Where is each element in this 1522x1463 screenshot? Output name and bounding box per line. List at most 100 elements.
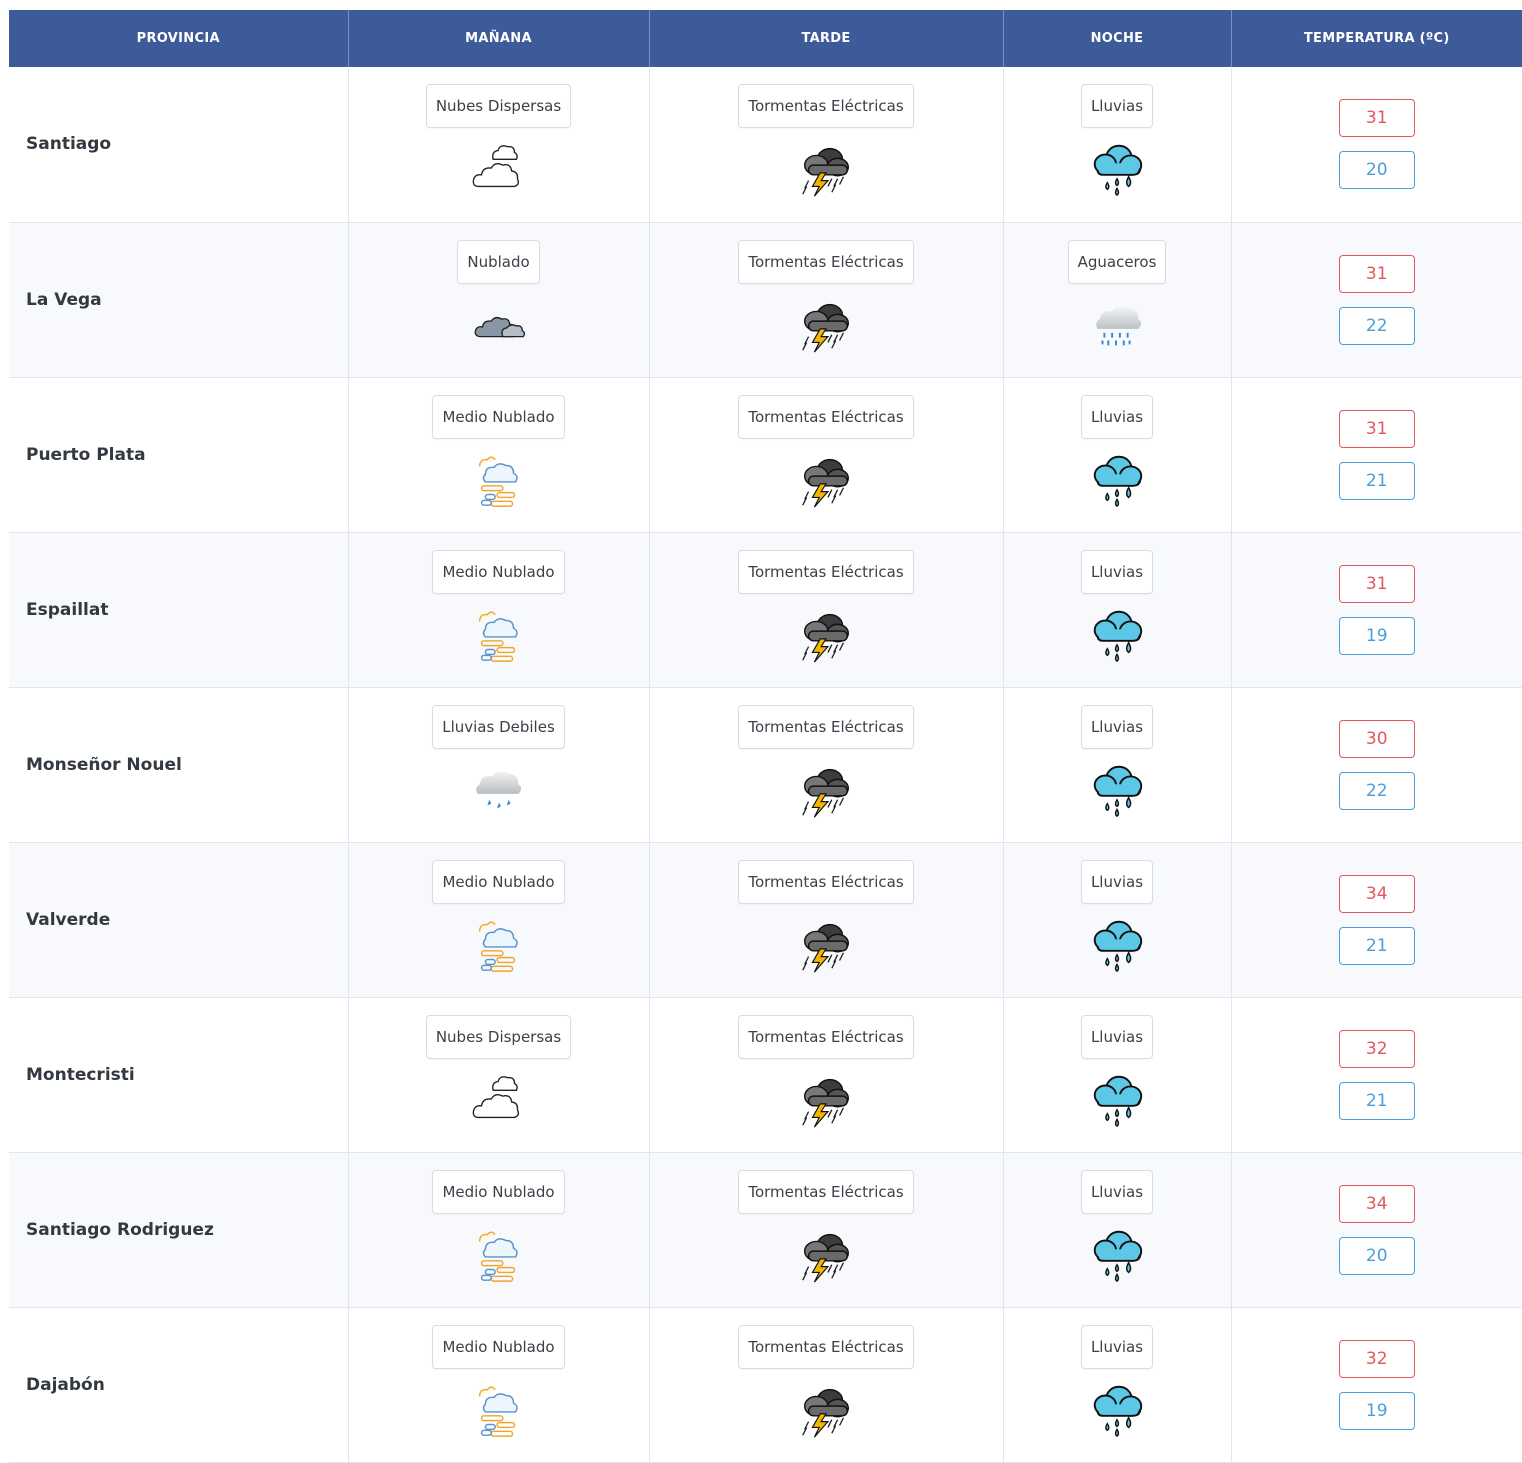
condition-label-noche: Lluvias bbox=[1080, 84, 1154, 128]
cell-noche: Lluvias bbox=[1003, 532, 1232, 688]
thunderstorm-icon bbox=[802, 1388, 850, 1438]
table-row: Valverde Medio Nublado Tormentas Eléctrica… bbox=[9, 842, 1522, 998]
light-rain-icon bbox=[475, 771, 521, 808]
condition-label-noche: Lluvias bbox=[1080, 1014, 1154, 1059]
condition-label-tarde: Tormentas Eléctricas bbox=[738, 704, 914, 749]
table-row: Espaillat Medio Nublado Tormentas Eléctric… bbox=[9, 532, 1522, 688]
cell-temperatura: 34 20 bbox=[1231, 1152, 1522, 1308]
forecast-table-container: PROVINCIA MAÑANA TARDE NOCHE TEMPERATURA… bbox=[9, 10, 1522, 1463]
partly-cloudy-icon bbox=[478, 1386, 518, 1437]
condition-label-noche: Lluvias bbox=[1080, 549, 1154, 594]
cell-noche: Aguaceros bbox=[1003, 222, 1232, 378]
table-row: Santiago Nubes Dispersas Tormentas Eléctri… bbox=[9, 67, 1522, 223]
condition-label-manana: Medio Nublado bbox=[432, 1324, 565, 1369]
header-noche: NOCHE bbox=[1003, 10, 1232, 67]
min-temp-badge: 21 bbox=[1338, 461, 1415, 500]
min-temp-badge: 20 bbox=[1338, 151, 1415, 189]
province-name: Monseñor Nouel bbox=[9, 687, 349, 843]
cell-tarde: Tormentas Eléctricas bbox=[649, 67, 1004, 223]
cell-temperatura: 31 21 bbox=[1231, 377, 1522, 533]
cell-tarde: Tormentas Eléctricas bbox=[649, 842, 1004, 998]
province-name: Santiago bbox=[9, 67, 349, 223]
province-name: Montecristi bbox=[9, 997, 349, 1153]
condition-label-noche: Lluvias bbox=[1080, 1169, 1154, 1214]
condition-label-noche: Lluvias bbox=[1080, 394, 1154, 439]
cell-manana: Nubes Dispersas bbox=[348, 67, 650, 223]
condition-label-manana: Medio Nublado bbox=[432, 549, 565, 594]
partly-cloudy-icon bbox=[478, 1231, 518, 1282]
province-name: Espaillat bbox=[9, 532, 349, 688]
cell-temperatura: 31 20 bbox=[1231, 67, 1522, 223]
cell-manana: Medio Nublado bbox=[348, 377, 650, 533]
cell-noche: Lluvias bbox=[1003, 997, 1232, 1153]
thunderstorm-icon bbox=[802, 1078, 850, 1128]
condition-label-manana: Lluvias Debiles bbox=[432, 704, 565, 749]
table-body: Santiago Nubes Dispersas Tormentas Eléctri… bbox=[9, 67, 1522, 1463]
rain-icon bbox=[1093, 455, 1143, 507]
cell-noche: Lluvias bbox=[1003, 67, 1232, 223]
table-row: Monseñor Nouel Lluvias Debiles Tormentas E… bbox=[9, 687, 1522, 843]
cell-manana: Lluvias Debiles bbox=[348, 687, 650, 843]
rain-icon bbox=[1093, 610, 1143, 662]
forecast-table: PROVINCIA MAÑANA TARDE NOCHE TEMPERATURA… bbox=[9, 10, 1522, 1463]
table-row: Santiago Rodriguez Medio Nublado Tormentas… bbox=[9, 1152, 1522, 1308]
rain-icon bbox=[1093, 1385, 1143, 1437]
partly-cloudy-icon bbox=[478, 611, 518, 662]
table-row: Dajabón Medio Nublado Tormentas Eléctricas… bbox=[9, 1307, 1522, 1463]
cell-manana: Medio Nublado bbox=[348, 532, 650, 688]
cell-noche: Lluvias bbox=[1003, 1307, 1232, 1463]
scattered-clouds-icon bbox=[472, 1075, 519, 1118]
header-provincia: PROVINCIA bbox=[9, 10, 349, 67]
condition-label-tarde: Tormentas Eléctricas bbox=[738, 1014, 914, 1059]
min-temp-badge: 21 bbox=[1338, 926, 1415, 965]
condition-label-tarde: Tormentas Eléctricas bbox=[738, 394, 914, 439]
max-temp-badge: 31 bbox=[1338, 99, 1415, 137]
cell-manana: Medio Nublado bbox=[348, 842, 650, 998]
table-row: Puerto Plata Medio Nublado Tormentas Eléct… bbox=[9, 377, 1522, 533]
header-manana: MAÑANA bbox=[348, 10, 650, 67]
condition-label-tarde: Tormentas Eléctricas bbox=[738, 1169, 914, 1214]
cell-temperatura: 32 21 bbox=[1231, 997, 1522, 1153]
cell-manana: Medio Nublado bbox=[348, 1307, 650, 1463]
cell-tarde: Tormentas Eléctricas bbox=[649, 377, 1004, 533]
condition-label-tarde: Tormentas Eléctricas bbox=[738, 239, 914, 284]
condition-label-noche: Lluvias bbox=[1080, 859, 1154, 904]
cell-tarde: Tormentas Eléctricas bbox=[649, 997, 1004, 1153]
rain-icon bbox=[1093, 920, 1143, 972]
cell-tarde: Tormentas Eléctricas bbox=[649, 687, 1004, 843]
thunderstorm-icon bbox=[802, 458, 850, 508]
max-temp-badge: 31 bbox=[1338, 409, 1415, 448]
max-temp-badge: 32 bbox=[1338, 1339, 1415, 1378]
min-temp-badge: 22 bbox=[1338, 306, 1415, 345]
province-name: Dajabón bbox=[9, 1307, 349, 1463]
rain-icon bbox=[1093, 144, 1143, 196]
cell-tarde: Tormentas Eléctricas bbox=[649, 1152, 1004, 1308]
max-temp-badge: 31 bbox=[1338, 254, 1415, 293]
condition-label-manana: Nubes Dispersas bbox=[425, 84, 572, 128]
thunderstorm-icon bbox=[802, 613, 850, 663]
cell-noche: Lluvias bbox=[1003, 377, 1232, 533]
rain-icon bbox=[1093, 765, 1143, 817]
condition-label-manana: Medio Nublado bbox=[432, 1169, 565, 1214]
cell-noche: Lluvias bbox=[1003, 1152, 1232, 1308]
cell-temperatura: 31 19 bbox=[1231, 532, 1522, 688]
cloudy-icon bbox=[474, 316, 525, 337]
province-name: Puerto Plata bbox=[9, 377, 349, 533]
condition-label-tarde: Tormentas Eléctricas bbox=[738, 84, 914, 128]
cell-temperatura: 34 21 bbox=[1231, 842, 1522, 998]
showers-icon bbox=[1096, 306, 1142, 345]
thunderstorm-icon bbox=[802, 303, 850, 353]
max-temp-badge: 32 bbox=[1338, 1029, 1415, 1068]
cell-temperatura: 32 19 bbox=[1231, 1307, 1522, 1463]
max-temp-badge: 31 bbox=[1338, 564, 1415, 603]
thunderstorm-icon bbox=[802, 768, 850, 818]
condition-label-tarde: Tormentas Eléctricas bbox=[738, 1324, 914, 1369]
thunderstorm-icon bbox=[802, 1233, 850, 1283]
cell-temperatura: 30 22 bbox=[1231, 687, 1522, 843]
min-temp-badge: 21 bbox=[1338, 1081, 1415, 1120]
partly-cloudy-icon bbox=[478, 456, 518, 507]
condition-label-manana: Nublado bbox=[457, 239, 540, 284]
cell-tarde: Tormentas Eléctricas bbox=[649, 532, 1004, 688]
province-name: La Vega bbox=[9, 222, 349, 378]
cell-temperatura: 31 22 bbox=[1231, 222, 1522, 378]
